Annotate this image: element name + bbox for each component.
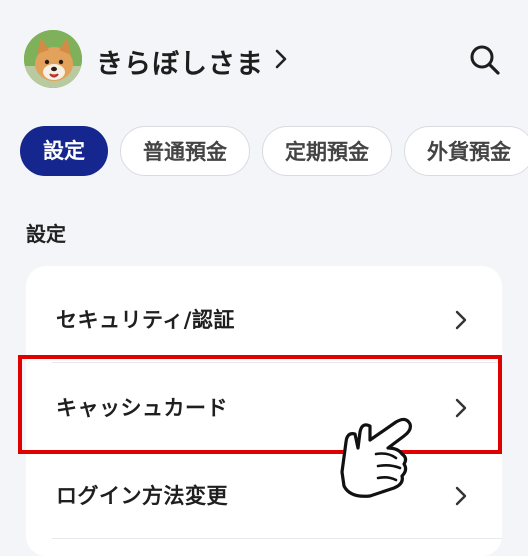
divider [52,538,502,539]
tab-time-deposit[interactable]: 定期預金 [262,126,392,176]
user-name[interactable]: きらぼしさま [96,42,264,81]
list-item-label: ログイン方法変更 [56,484,228,508]
user-avatar[interactable] [24,30,82,88]
chevron-right-icon[interactable] [273,47,289,71]
tab-foreign-currency[interactable]: 外貨預金 [404,126,528,176]
search-icon[interactable] [467,42,503,78]
list-item-login-method[interactable]: ログイン方法変更 [26,452,502,538]
tab-savings[interactable]: 普通預金 [120,126,250,176]
list-item-security[interactable]: セキュリティ/認証 [26,276,502,362]
highlight-box [18,355,502,454]
chevron-right-icon [455,486,467,506]
list-item-label: セキュリティ/認証 [56,308,235,332]
dog-avatar-icon [24,30,82,88]
tab-settings[interactable]: 設定 [20,126,108,176]
app-header: きらぼしさま [0,0,528,110]
pointing-hand-icon [340,417,412,498]
account-tabs: 設定 普通預金 定期預金 外貨預金 [20,126,528,178]
section-title: 設定 [26,222,66,246]
chevron-right-icon [455,310,467,330]
